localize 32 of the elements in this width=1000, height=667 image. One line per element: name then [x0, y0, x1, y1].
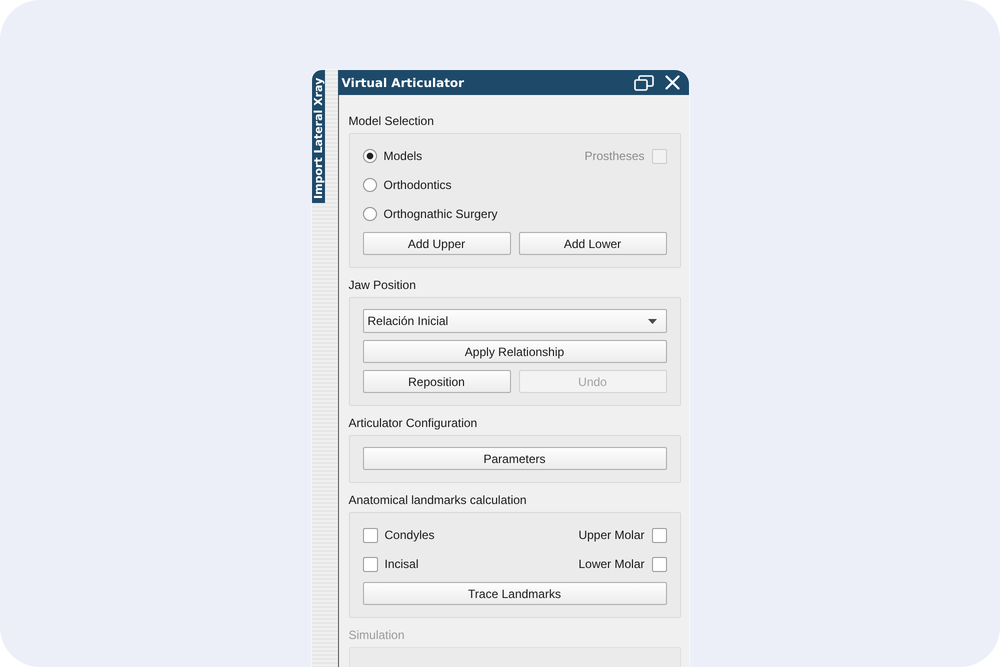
radio-button[interactable] [362, 149, 376, 163]
radio-button[interactable] [362, 178, 376, 192]
option-label: Incisal [384, 557, 419, 571]
push-button[interactable]: Reposition [362, 370, 510, 393]
checkbox[interactable] [362, 556, 378, 572]
option-label: Orthognathic Surgery [384, 207, 498, 221]
option-label: Orthodontics [384, 178, 452, 192]
radio-button[interactable] [362, 207, 376, 221]
option-label: Lower Molar [578, 557, 644, 571]
caret-icon [648, 318, 656, 324]
option-label: Upper Molar [578, 528, 644, 542]
push-button[interactable]: Add Lower [518, 232, 666, 255]
section-title: Model Selection [348, 114, 435, 128]
side-tab[interactable]: Import Lateral Xray [312, 70, 324, 203]
checkbox[interactable] [652, 556, 666, 572]
close-icon[interactable] [664, 75, 680, 90]
window-title: Virtual Articulator [342, 76, 464, 90]
option-label: Condyles [384, 528, 435, 542]
option-label: Prostheses [584, 149, 644, 163]
section-title: Anatomical landmarks calculation [348, 493, 528, 507]
dropdown[interactable]: Relación Inicial [362, 309, 666, 333]
checkbox[interactable] [362, 528, 378, 542]
section-title: Jaw Position [348, 278, 417, 292]
push-button[interactable]: Trace Landmarks [362, 582, 666, 605]
option-label: Models [384, 149, 422, 163]
push-button[interactable]: Apply Relationship [362, 340, 666, 363]
section-title: Articulator Configuration [348, 416, 478, 430]
push-button[interactable]: Parameters [362, 447, 666, 470]
checkbox[interactable] [652, 528, 666, 542]
restore-icon[interactable] [634, 74, 654, 90]
push-button[interactable]: Add Upper [362, 232, 510, 255]
section-title: Simulation [348, 628, 406, 642]
